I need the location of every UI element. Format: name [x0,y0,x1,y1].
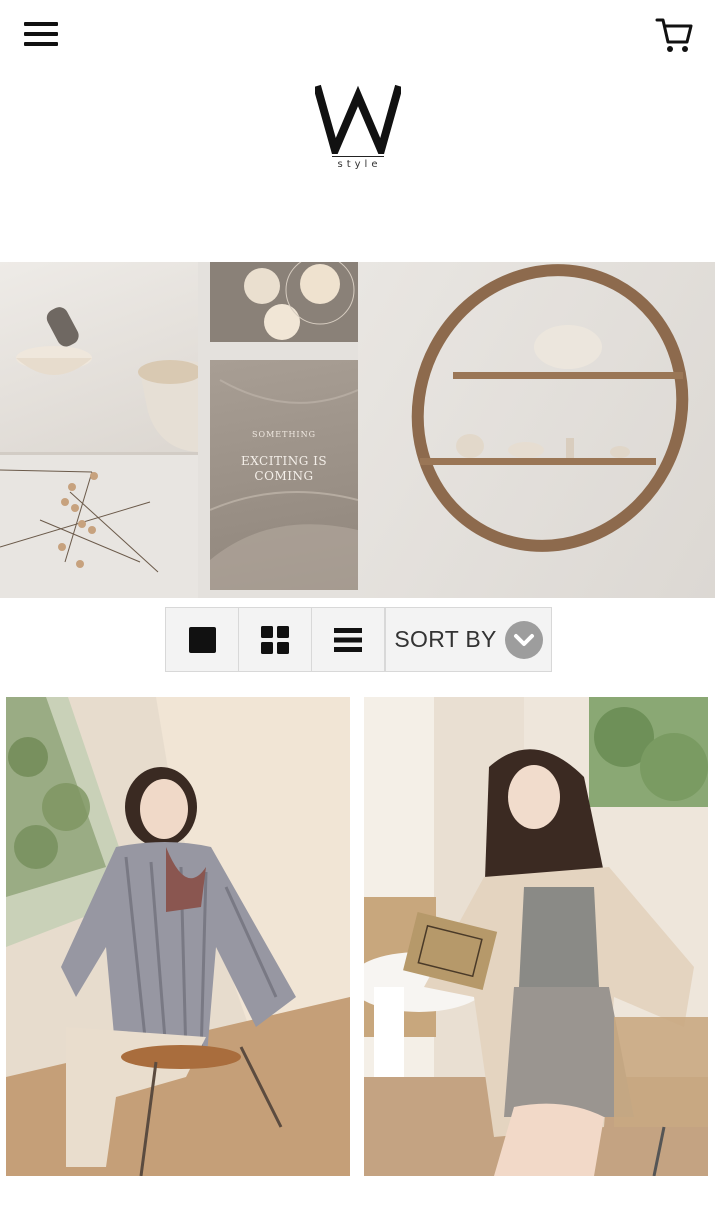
top-bar [0,0,715,70]
sort-by-label: SORT BY [394,626,497,652]
banner-shelf-panel [358,262,715,598]
card-headline-line1: EXCITING IS [240,454,328,468]
oval-shelf-illustration [411,264,689,552]
logo-w-mark [314,84,401,154]
list-view-button[interactable] [312,608,385,671]
banner-mirror-panel [210,262,358,342]
single-view-icon [188,626,216,653]
sort-by-button[interactable]: SORT BY [385,608,551,671]
product-image [6,697,350,1176]
logo-divider [331,156,384,157]
decor-circles [244,262,355,340]
decor-illustration [0,307,198,573]
chevron-down-circle-icon [504,620,543,659]
product-card[interactable] [364,697,708,1176]
product-card[interactable] [6,697,350,1176]
hamburger-menu-icon[interactable] [24,20,58,48]
grid-view-icon [261,625,289,654]
hero-banner[interactable]: SOMETHING EXCITING IS COMING [0,262,715,598]
coming-soon-card: SOMETHING EXCITING IS COMING [210,360,358,590]
grid-view-button[interactable] [239,608,312,671]
shopping-cart-icon[interactable] [654,16,694,54]
single-view-button[interactable] [166,608,239,671]
product-image [364,697,708,1176]
brand-logo[interactable]: style [300,82,415,182]
card-headline-line2: COMING [254,469,314,483]
card-headline: EXCITING IS COMING [210,454,358,484]
card-eyebrow-text: SOMETHING [252,430,316,439]
view-toolbar: SORT BY [165,607,552,672]
logo-subtitle: style [337,159,382,170]
banner-left-panel [0,262,198,598]
list-view-icon [334,627,362,652]
